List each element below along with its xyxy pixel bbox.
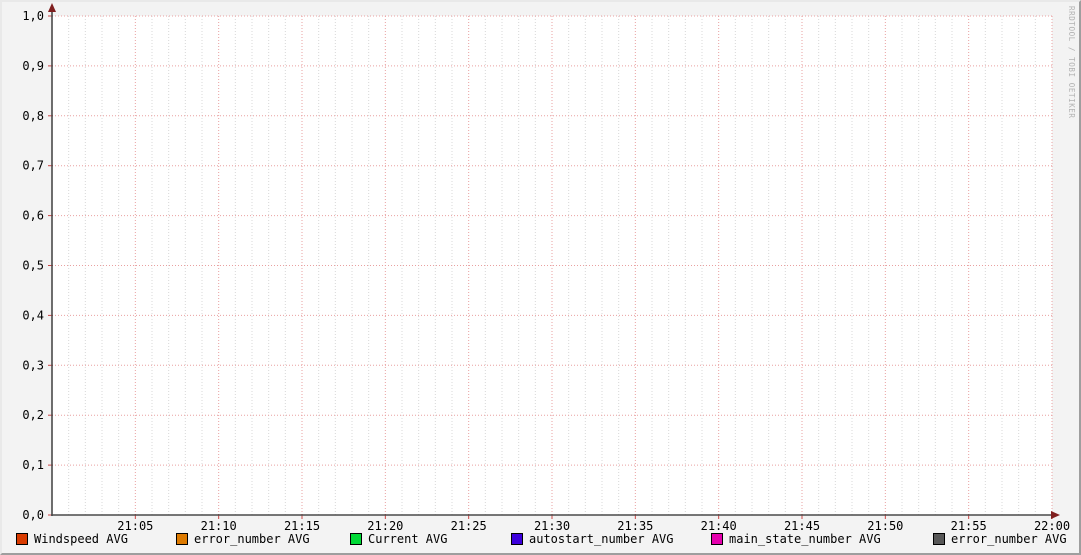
legend-item: main_state_number AVG bbox=[711, 531, 881, 547]
y-tick-label: 0,7 bbox=[22, 159, 44, 173]
y-tick-label: 0,4 bbox=[22, 308, 44, 322]
legend-label: autostart_number AVG bbox=[529, 532, 674, 546]
legend-item: Current AVG bbox=[350, 531, 447, 547]
legend-swatch bbox=[176, 533, 188, 545]
legend-label: error_number AVG bbox=[194, 532, 310, 546]
legend-label: Windspeed AVG bbox=[34, 532, 128, 546]
y-tick-label: 0,0 bbox=[22, 508, 44, 522]
y-tick-label: 0,8 bbox=[22, 109, 44, 123]
y-tick-label: 0,9 bbox=[22, 59, 44, 73]
rrdtool-graph: 0,0 0,1 0,2 0,3 0,4 0,5 0,6 0,7 0,8 0,9 1,0 21:05 21… bbox=[0, 0, 1081, 555]
legend: Windspeed AVG error_number AVG Current AVG… bbox=[2, 531, 1079, 553]
legend-swatch bbox=[350, 533, 362, 545]
legend-item: error_number AVG bbox=[176, 531, 310, 547]
legend-item: error_number AVG bbox=[933, 531, 1067, 547]
legend-label: error_number AVG bbox=[951, 532, 1067, 546]
legend-swatch bbox=[933, 533, 945, 545]
legend-swatch bbox=[16, 533, 28, 545]
y-tick-label: 1,0 bbox=[22, 9, 44, 23]
legend-label: Current AVG bbox=[368, 532, 448, 546]
legend-swatch bbox=[511, 533, 523, 545]
legend-label: main_state_number AVG bbox=[729, 532, 881, 546]
watermark-text: RRDTOOL / TOBI OETIKER bbox=[1067, 6, 1076, 119]
legend-swatch bbox=[711, 533, 723, 545]
legend-item: Windspeed AVG bbox=[16, 531, 128, 547]
y-tick-label: 0,2 bbox=[22, 408, 44, 422]
chart-canvas: 0,00,10,20,30,40,50,60,70,80,91,021:05 21… bbox=[22, 3, 1070, 532]
y-tick-label: 0,3 bbox=[22, 358, 44, 372]
legend-item: autostart_number AVG bbox=[511, 531, 674, 547]
y-tick-label: 0,5 bbox=[22, 259, 44, 273]
y-tick-label: 0,1 bbox=[22, 458, 44, 472]
y-tick-label: 0,6 bbox=[22, 209, 44, 223]
